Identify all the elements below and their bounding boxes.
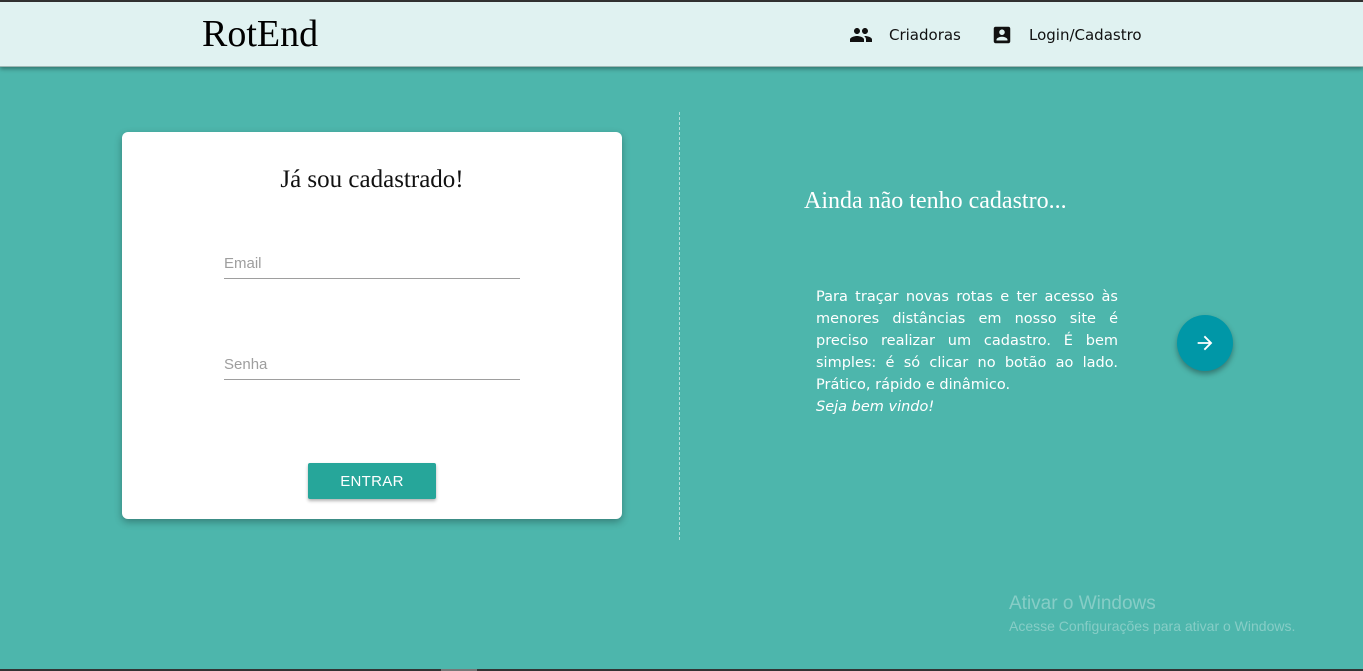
arrow-right-icon	[1197, 335, 1213, 351]
account-box-icon	[993, 26, 1011, 44]
section-divider	[679, 112, 680, 540]
nav-item-login[interactable]: Login/Cadastro	[991, 22, 1142, 48]
brand-logo[interactable]: RotEnd	[202, 12, 318, 56]
signup-text: Para traçar novas rotas e ter acesso às …	[816, 289, 1118, 393]
nav-label-login: Login/Cadastro	[1029, 26, 1142, 44]
windows-activation-watermark: Ativar o Windows Acesse Configurações pa…	[1009, 593, 1295, 637]
nav-label-creators: Criadoras	[889, 26, 961, 44]
signup-arrow-button[interactable]	[1177, 315, 1233, 371]
watermark-title: Ativar o Windows	[1009, 593, 1156, 614]
navbar: RotEnd Criadoras Login/Cadastro	[0, 2, 1363, 67]
signup-title: Ainda não tenho cadastro...	[804, 188, 1067, 214]
signup-description: Para traçar novas rotas e ter acesso às …	[816, 286, 1118, 418]
login-card-title: Já sou cadastrado!	[280, 166, 464, 193]
enter-button[interactable]: ENTRAR	[308, 463, 436, 499]
people-icon	[850, 28, 872, 42]
nav-item-creators[interactable]: Criadoras	[849, 22, 961, 48]
password-field[interactable]	[224, 350, 520, 380]
login-card: Já sou cadastrado! ENTRAR	[122, 132, 622, 519]
watermark-subtitle: Acesse Configurações para ativar o Windo…	[1009, 618, 1296, 634]
email-field[interactable]	[224, 249, 520, 279]
signup-welcome: Seja bem vindo!	[816, 399, 935, 415]
